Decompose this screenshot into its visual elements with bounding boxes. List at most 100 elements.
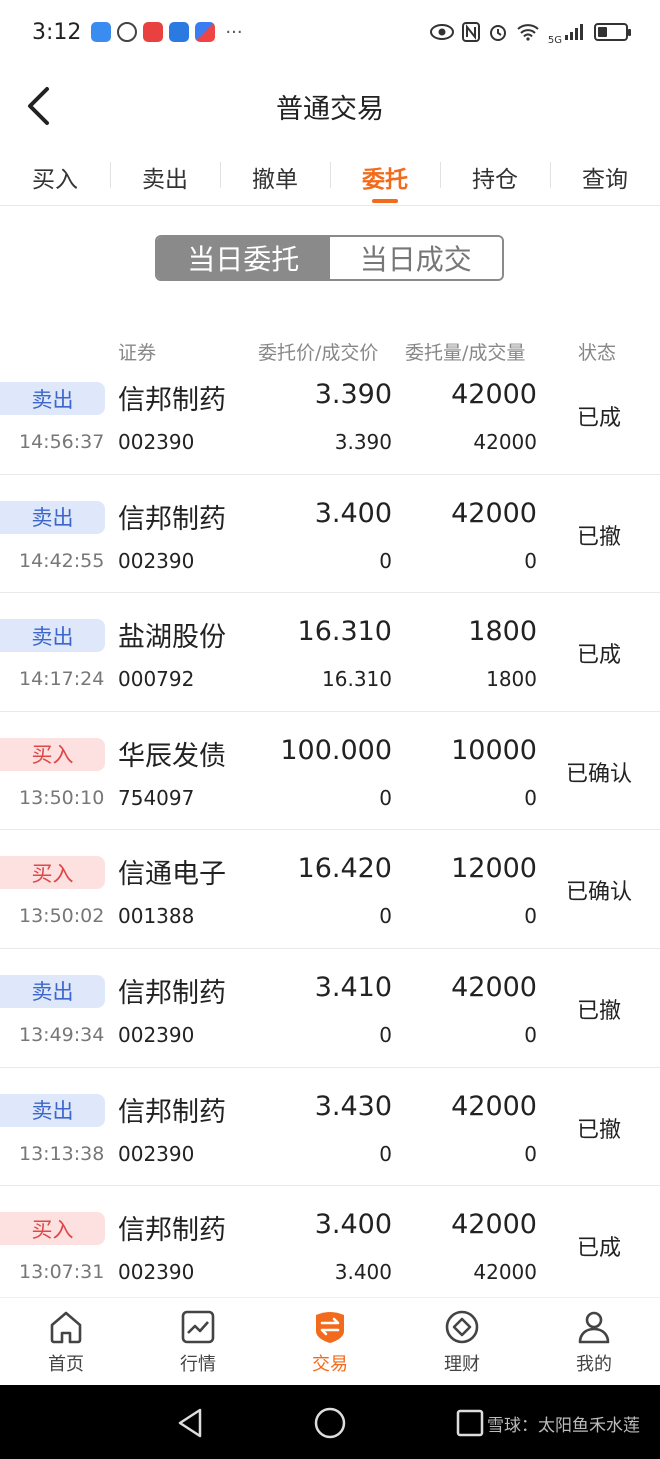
security-code: 002390 bbox=[118, 1022, 195, 1047]
nav-home-label: 首页 bbox=[48, 1353, 84, 1375]
order-price: 3.390 bbox=[314, 379, 392, 410]
map-app-icon bbox=[195, 22, 216, 42]
order-qty: 42000 bbox=[451, 1209, 537, 1241]
security-code: 002390 bbox=[118, 1260, 195, 1285]
side-badge: 买入 bbox=[0, 737, 105, 771]
side-badge: 卖出 bbox=[0, 382, 105, 415]
more-notifications-icon: ··· bbox=[225, 21, 243, 43]
side-badge: 买入 bbox=[0, 1212, 105, 1246]
order-qty: 1800 bbox=[468, 616, 537, 648]
app-header: 普通交易 bbox=[0, 64, 660, 148]
order-time: 14:56:37 bbox=[19, 431, 105, 453]
back-button[interactable] bbox=[14, 82, 62, 130]
system-navigation-bar: 雪球：太阳鱼禾水莲 bbox=[0, 1385, 660, 1459]
home-icon bbox=[50, 1311, 82, 1343]
segment-today-orders[interactable]: 当日委托 bbox=[157, 237, 330, 279]
nav-trade[interactable]: 交易 bbox=[264, 1298, 396, 1385]
deal-qty: 1800 bbox=[486, 667, 537, 692]
security-code: 002390 bbox=[118, 548, 195, 573]
deal-qty: 0 bbox=[524, 1141, 537, 1166]
order-time: 13:07:31 bbox=[19, 1261, 105, 1284]
order-time: 13:13:38 bbox=[19, 1142, 105, 1165]
tab-positions[interactable]: 持仓 bbox=[440, 148, 550, 205]
system-recents-icon[interactable] bbox=[452, 1405, 488, 1441]
status-bar: 3:12 ··· 5G bbox=[0, 0, 660, 64]
order-time: 14:42:55 bbox=[19, 549, 105, 572]
order-time: 13:49:34 bbox=[19, 1023, 105, 1046]
tab-query[interactable]: 查询 bbox=[550, 148, 660, 205]
security-code: 001388 bbox=[118, 904, 195, 929]
security-code: 002390 bbox=[118, 1141, 195, 1166]
security-name: 信邦制药 bbox=[118, 1096, 226, 1128]
chart-icon bbox=[181, 1310, 215, 1343]
order-row[interactable]: 卖出 14:17:24 盐湖股份 000792 16.310 16.310 1800 1800… bbox=[0, 593, 660, 712]
order-row[interactable]: 卖出 13:13:38 信邦制药 002390 3.430 0 42000 0 已撤 bbox=[0, 1068, 660, 1187]
wechat-icon bbox=[117, 22, 138, 42]
app-badge-icon bbox=[143, 22, 164, 42]
deal-qty: 42000 bbox=[473, 1260, 537, 1285]
security-name: 盐湖股份 bbox=[118, 622, 226, 654]
order-row[interactable]: 卖出 14:56:37 信邦制药 002390 3.390 3.390 42000 42000… bbox=[0, 356, 660, 475]
notification-icons: ··· bbox=[91, 21, 243, 43]
security-code: 002390 bbox=[118, 430, 195, 454]
nav-wealth-label: 理财 bbox=[444, 1353, 480, 1375]
network-type: 5G bbox=[547, 34, 562, 46]
trade-icon bbox=[316, 1311, 344, 1343]
system-status-icons: 5G bbox=[429, 19, 631, 46]
page-title: 普通交易 bbox=[276, 93, 384, 125]
order-time: 13:50:10 bbox=[19, 786, 105, 809]
deal-qty: 42000 bbox=[473, 430, 537, 454]
order-price: 100.000 bbox=[280, 734, 392, 766]
diamond-icon bbox=[445, 1310, 479, 1343]
tab-orders[interactable]: 委托 bbox=[330, 148, 440, 205]
status-time: 3:12 bbox=[32, 19, 82, 45]
nav-market-label: 行情 bbox=[180, 1353, 216, 1375]
signal-icon bbox=[565, 24, 583, 40]
deal-qty: 0 bbox=[524, 904, 537, 929]
system-home-icon[interactable] bbox=[312, 1405, 348, 1441]
order-qty: 42000 bbox=[451, 497, 537, 529]
system-back-icon[interactable] bbox=[172, 1405, 208, 1441]
deal-price: 16.310 bbox=[322, 667, 392, 692]
order-status: 已成 bbox=[576, 1236, 621, 1262]
tab-cancel[interactable]: 撤单 bbox=[220, 148, 330, 205]
security-code: 000792 bbox=[118, 667, 195, 692]
order-status: 已确认 bbox=[565, 761, 632, 787]
alarm-icon bbox=[489, 25, 506, 41]
nav-wealth[interactable]: 理财 bbox=[396, 1298, 528, 1385]
security-name: 信邦制药 bbox=[118, 977, 226, 1009]
nav-market[interactable]: 行情 bbox=[132, 1298, 264, 1385]
side-badge: 买入 bbox=[0, 856, 105, 890]
order-time: 14:17:24 bbox=[19, 668, 105, 691]
order-price: 3.400 bbox=[314, 1209, 392, 1241]
battery-icon bbox=[594, 23, 631, 41]
order-row[interactable]: 买入 13:07:31 信邦制药 002390 3.400 3.400 42000 42000… bbox=[0, 1186, 660, 1305]
segment-today-deals[interactable]: 当日成交 bbox=[329, 237, 502, 279]
order-row[interactable]: 买入 13:50:02 信通电子 001388 16.420 0 12000 0 已确认 bbox=[0, 830, 660, 949]
deal-price: 3.390 bbox=[334, 430, 392, 454]
order-price: 16.310 bbox=[297, 616, 392, 648]
tab-buy[interactable]: 买入 bbox=[0, 148, 110, 205]
order-row[interactable]: 买入 13:50:10 华辰发债 754097 100.000 0 10000 0 已确认 bbox=[0, 712, 660, 831]
chevron-left-icon bbox=[28, 87, 49, 125]
tab-sell[interactable]: 卖出 bbox=[110, 148, 220, 205]
order-row[interactable]: 卖出 14:42:55 信邦制药 002390 3.400 0 42000 0 已撤 bbox=[0, 475, 660, 594]
cloud-app-icon bbox=[91, 22, 112, 42]
order-qty: 12000 bbox=[451, 853, 537, 885]
nav-mine[interactable]: 我的 bbox=[528, 1298, 660, 1385]
deal-price: 0 bbox=[379, 548, 392, 573]
order-status: 已确认 bbox=[565, 880, 632, 906]
order-time: 13:50:02 bbox=[19, 905, 105, 928]
nfc-icon bbox=[461, 22, 480, 42]
security-name: 信邦制药 bbox=[118, 503, 226, 535]
side-badge: 卖出 bbox=[0, 974, 105, 1008]
user-icon bbox=[578, 1311, 610, 1343]
nav-home[interactable]: 首页 bbox=[0, 1298, 132, 1385]
side-badge: 卖出 bbox=[0, 500, 105, 534]
order-row[interactable]: 卖出 13:49:34 信邦制药 002390 3.410 0 42000 0 已撤 bbox=[0, 949, 660, 1068]
deal-price: 0 bbox=[379, 785, 392, 810]
nav-trade-label: 交易 bbox=[312, 1353, 348, 1375]
order-price: 3.410 bbox=[314, 971, 392, 1003]
security-name: 信邦制药 bbox=[118, 385, 226, 416]
order-qty: 42000 bbox=[451, 379, 537, 410]
